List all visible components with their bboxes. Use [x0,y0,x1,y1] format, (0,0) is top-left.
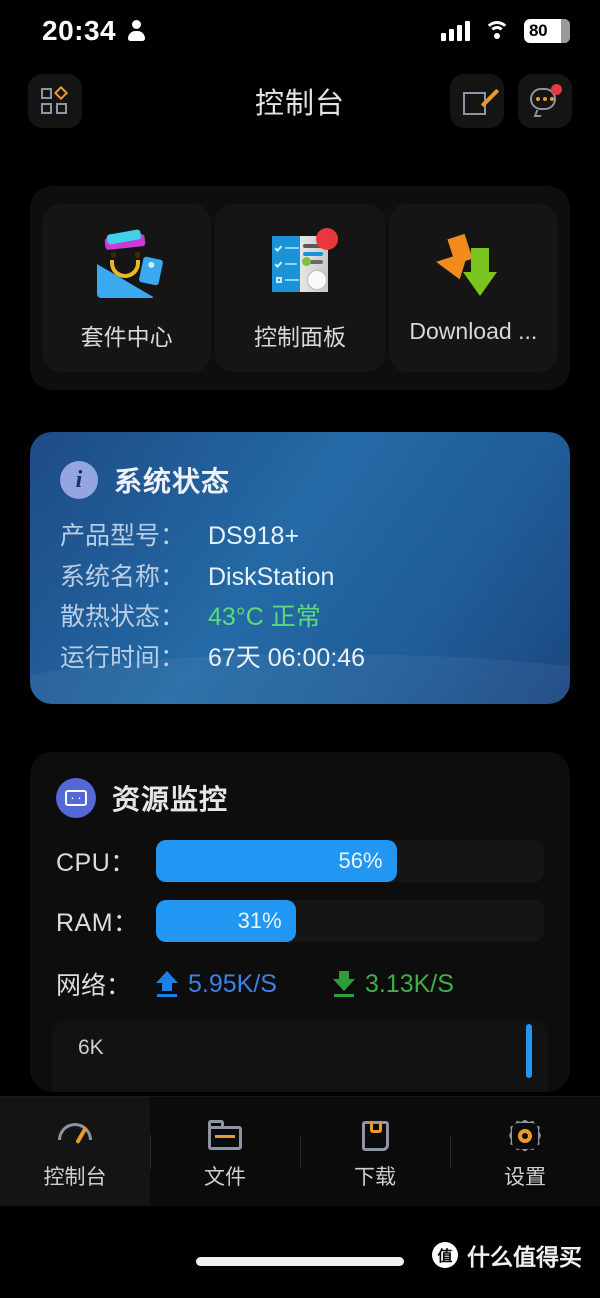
status-bar-clock: 20:34 [42,15,117,46]
watermark: 值 什么值得买 [432,1238,582,1272]
edit-pencil-icon [463,87,500,115]
status-bar-right: 80 [441,19,570,43]
info-icon: i [60,461,98,499]
nav-item-files[interactable]: 文件 [150,1113,300,1191]
control-panel-icon [264,228,338,300]
cpu-value: 56% [338,848,383,873]
signal-bars-icon [441,21,470,41]
upload-value: 5.95K/S [188,969,277,998]
bottom-navigation: 控制台 文件 下载 设置 [0,1096,600,1206]
cpu-meter-row: CPU： 56% [56,840,544,882]
shortcut-label: 套件中心 [80,324,173,350]
nav-label: 下载 [354,1165,396,1189]
resource-monitor-title: 资源监控 [112,784,229,815]
shortcut-label: 控制面板 [253,324,346,350]
shortcuts-section: 套件中心 控制面板 Download ... [0,186,600,390]
system-status-row: 产品型号： DS918+ [60,516,540,557]
header-actions [450,74,572,128]
package-center-icon [91,229,164,300]
row-key: 散热状态： [60,603,186,631]
grid-apps-icon [41,85,69,115]
chart-bar [526,1024,532,1078]
watermark-text: 什么值得买 [467,1244,582,1270]
row-value: 43°C 正常 [208,603,321,631]
network-chart: 6K [52,1020,548,1092]
ram-meter-row: RAM： 31% [56,900,544,942]
chat-button[interactable] [518,74,572,128]
shortcut-control-panel[interactable]: 控制面板 [215,204,385,372]
nav-label: 设置 [504,1165,546,1189]
edit-button[interactable] [450,74,504,128]
shortcut-download-station[interactable]: Download ... [388,204,558,372]
ram-value: 31% [237,908,282,933]
chat-badge [551,84,562,95]
row-key: 运行时间： [60,643,186,672]
row-value: DiskStation [208,562,335,591]
home-indicator [196,1257,404,1266]
system-status-header: i 系统状态 [60,460,540,500]
system-status-card[interactable]: i 系统状态 产品型号： DS918+ 系统名称： DiskStation 散热… [30,432,570,704]
nav-item-console[interactable]: 控制台 [0,1097,150,1206]
grid-apps-button[interactable] [28,74,82,128]
nav-item-settings[interactable]: 设置 [450,1113,600,1191]
battery-indicator: 80 [524,19,570,43]
chat-bubble-icon [530,84,562,117]
system-status-title: 系统状态 [114,466,231,497]
download-station-icon [436,230,509,300]
system-status-row: 运行时间： 67天 06:00:46 [60,638,540,679]
network-row: 网络： 5.95K/S 3.13K/S [56,966,544,1002]
folder-icon [206,1119,244,1153]
ram-label: RAM： [56,909,139,937]
status-bar-left: 20:34 [42,15,146,47]
resource-monitor-card: 资源监控 CPU： 56% RAM： 31% 网络： 5.95K/S 3.13K… [30,752,570,1092]
arrow-up-icon [156,971,178,997]
row-value: 67天 06:00:46 [208,643,366,672]
person-icon [128,20,146,42]
row-key: 产品型号： [60,522,186,550]
network-upload: 5.95K/S [156,970,277,999]
system-status-row: 系统名称： DiskStation [60,557,540,598]
battery-level-text: 80 [529,21,548,40]
gear-icon [506,1119,544,1153]
control-panel-badge [315,228,338,250]
cpu-label: CPU： [56,849,136,877]
shortcut-package-center[interactable]: 套件中心 [42,204,212,372]
status-bar: 20:34 80 [0,0,600,62]
ram-meter-track: 31% [156,900,544,942]
row-key: 系统名称： [60,562,186,591]
cpu-meter-track: 56% [156,840,544,882]
shortcuts-row: 套件中心 控制面板 Download ... [30,186,570,390]
chart-ytick-label: 6K [78,1036,104,1059]
row-value: DS918+ [208,522,300,550]
cpu-meter-fill: 56% [156,840,397,882]
arrow-down-icon [332,971,355,997]
shortcuts-card: 套件中心 控制面板 Download ... [30,186,570,390]
system-status-row: 散热状态： 43°C 正常 [60,597,540,638]
ram-meter-fill: 31% [156,900,296,942]
gauge-icon [56,1119,94,1153]
nav-label: 文件 [204,1165,246,1189]
app-header: 控制台 [0,62,600,140]
wifi-icon [484,21,510,41]
download-value: 3.13K/S [364,969,454,998]
nav-label: 控制台 [43,1165,107,1189]
watermark-logo: 值 [432,1242,458,1268]
network-download: 3.13K/S [332,969,454,999]
monitor-chart-icon [56,778,96,818]
nav-item-downloads[interactable]: 下载 [300,1113,450,1191]
resource-monitor-header: 资源监控 [56,778,544,818]
shortcut-label: Download ... [409,318,538,344]
network-label: 网络： [56,972,132,1000]
save-download-icon [356,1119,394,1153]
